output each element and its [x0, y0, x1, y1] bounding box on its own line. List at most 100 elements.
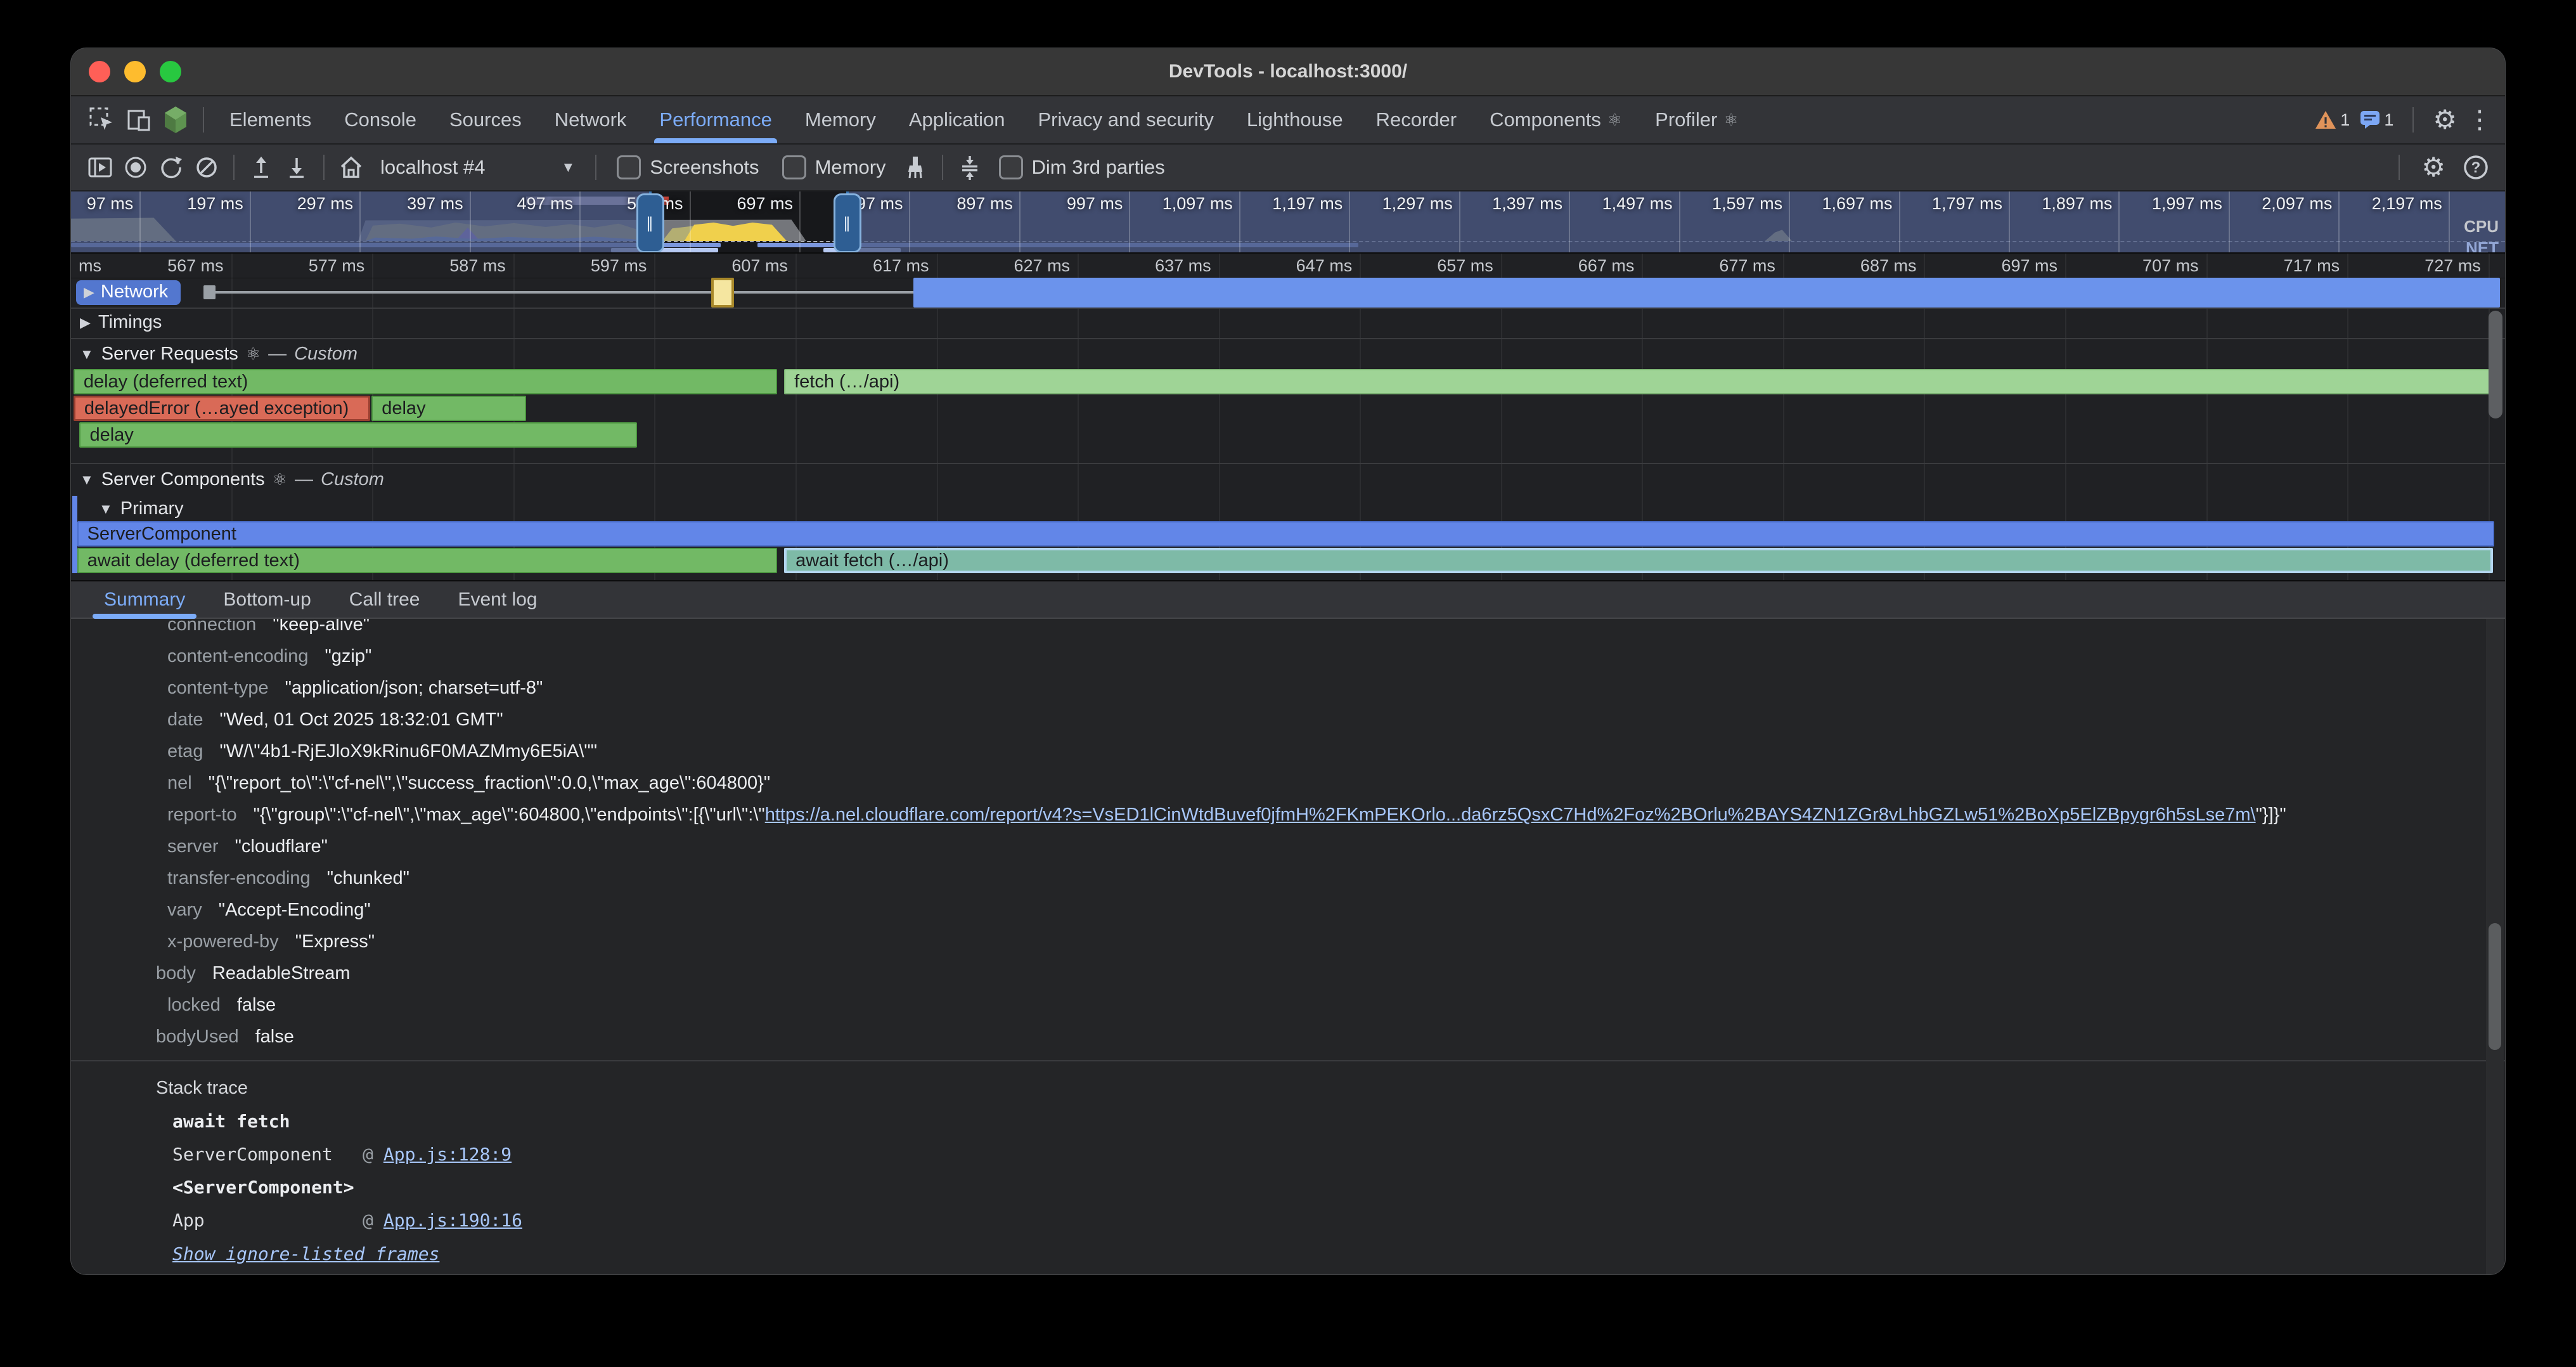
warnings-badge[interactable]: 1 [2315, 110, 2350, 130]
property-row-content-type: content-type"application/json; charset=u… [71, 672, 2505, 704]
divider [71, 308, 2505, 309]
tab-performance[interactable]: Performance [643, 96, 788, 143]
memory-checkbox[interactable]: Memory [782, 155, 886, 179]
overview-time-label: 1,597 ms [1712, 194, 1782, 214]
timeline-overview[interactable]: 97 ms197 ms297 ms397 ms497 ms597 ms697 m… [71, 191, 2505, 254]
issues-badge[interactable]: 1 [2360, 110, 2393, 130]
network-request-line [216, 291, 913, 294]
property-value: ReadableStream [212, 963, 351, 983]
stack-frame-location-link[interactable]: App.js:128:9 [383, 1144, 512, 1165]
svg-text:?: ? [2471, 159, 2481, 176]
divider [2399, 155, 2400, 180]
more-options-icon[interactable]: ⋮ [2467, 107, 2492, 133]
property-key: nel [167, 773, 192, 793]
overview-tick [2229, 191, 2230, 252]
help-icon[interactable]: ? [2458, 150, 2494, 185]
home-icon[interactable] [333, 150, 369, 185]
fetch-api-bar[interactable]: fetch (…/api) [784, 369, 2497, 394]
ruler-time-label: 677 ms [1719, 256, 1775, 276]
tab-application[interactable]: Application [892, 96, 1022, 143]
tab-label: Elements [229, 108, 311, 131]
details-tab-summary[interactable]: Summary [87, 581, 202, 618]
clear-icon[interactable] [189, 150, 224, 185]
tab-privacy-and-security[interactable]: Privacy and security [1022, 96, 1230, 143]
tab-profiler[interactable]: Profiler⚛ [1639, 96, 1755, 143]
property-value: "{\"report_to\":\"cf-nel\",\"success_fra… [209, 773, 770, 793]
await-fetch-api-bar[interactable]: await fetch (…/api) [784, 548, 2493, 573]
report-to-link[interactable]: https://a.nel.cloudflare.com/report/v4?s… [765, 805, 2256, 825]
tab-label: Components [1490, 108, 1601, 131]
ruler-time-label: 597 ms [591, 256, 647, 276]
reload-record-icon[interactable] [153, 150, 189, 185]
toggle-sidebar-icon[interactable] [82, 150, 118, 185]
garbage-collect-icon[interactable] [898, 150, 933, 185]
network-track-label[interactable]: ▶ Network [76, 280, 181, 305]
property-value: false [255, 1027, 294, 1047]
download-profile-icon[interactable] [279, 150, 314, 185]
property-key: vary [167, 900, 202, 920]
property-value: "keep-alive" [273, 619, 370, 635]
stack-frame-location-link[interactable]: App.js:190:16 [383, 1210, 522, 1231]
overview-tick [1349, 191, 1350, 252]
network-request-dot[interactable] [203, 285, 216, 299]
delay-deferred-text-bar[interactable]: delay (deferred text) [74, 369, 777, 394]
bar-label: await delay (deferred text) [87, 550, 300, 571]
property-key: bodyUsed [156, 1027, 239, 1047]
show-ignore-listed-frames-link[interactable]: Show ignore-listed frames [172, 1243, 439, 1264]
server-components-header[interactable]: ▼ Server Components ⚛ — Custom [80, 469, 384, 490]
flame-chart[interactable]: ms567 ms577 ms587 ms597 ms607 ms617 ms62… [71, 254, 2505, 581]
server-requests-header[interactable]: ▼ Server Requests ⚛ — Custom [80, 344, 357, 365]
tab-recorder[interactable]: Recorder [1360, 96, 1474, 143]
property-value: "cloudflare" [235, 836, 328, 857]
property-key: etag [167, 741, 203, 761]
delay-bar[interactable]: delay [79, 422, 636, 448]
details-tab-bottom-up[interactable]: Bottom-up [207, 581, 327, 618]
upload-profile-icon[interactable] [243, 150, 279, 185]
tab-lighthouse[interactable]: Lighthouse [1230, 96, 1360, 143]
selection-handle-right[interactable]: ∥ [834, 193, 861, 253]
bar-label: delay (deferred text) [84, 372, 248, 392]
extension-gem-icon[interactable] [157, 101, 194, 138]
await-delay-deferred-text-bar[interactable]: await delay (deferred text) [77, 548, 777, 573]
selection-handle-left[interactable]: ∥ [636, 193, 664, 253]
capture-settings-gear-icon[interactable]: ⚙ [2421, 154, 2445, 181]
ruler-time-label: 607 ms [731, 256, 788, 276]
settings-gear-icon[interactable]: ⚙ [2433, 107, 2457, 133]
property-value: "chunked" [327, 868, 409, 888]
details-tab-call-tree[interactable]: Call tree [333, 581, 437, 618]
details-tab-event-log[interactable]: Event log [441, 581, 553, 618]
history-select[interactable]: localhost #4 ▼ [369, 150, 586, 185]
dim-3rd-parties-checkbox[interactable]: Dim 3rd parties [999, 155, 1165, 179]
property-key: content-encoding [167, 646, 309, 666]
property-row-transfer-encoding: transfer-encoding"chunked" [71, 862, 2505, 894]
overview-time-label: 1,097 ms [1162, 194, 1233, 214]
timings-track-label[interactable]: ▶ Timings [80, 312, 162, 333]
tab-memory[interactable]: Memory [789, 96, 892, 143]
property-key: body [156, 963, 196, 983]
delayederror-ayed-exception-bar[interactable]: delayedError (…ayed exception) [74, 396, 370, 421]
server-components-row: await delay (deferred text) await fetch (… [71, 548, 2505, 573]
device-toolbar-icon[interactable] [120, 101, 157, 138]
warning-icon [2315, 110, 2336, 130]
tab-console[interactable]: Console [328, 96, 433, 143]
network-request-selected-bar[interactable] [711, 278, 734, 308]
inspect-element-icon[interactable] [84, 101, 120, 138]
delay-bar[interactable]: delay [371, 396, 526, 421]
tab-sources[interactable]: Sources [433, 96, 538, 143]
tab-network[interactable]: Network [538, 96, 643, 143]
primary-track-label[interactable]: ▼ Primary [99, 498, 184, 519]
property-row-bodyused: bodyUsed false [71, 1021, 2505, 1053]
issues-icon [2360, 110, 2380, 129]
screenshots-checkbox[interactable]: Screenshots [617, 155, 759, 179]
details-scrollbar-thumb[interactable] [2489, 923, 2501, 1050]
overview-time-label: 197 ms [187, 194, 243, 214]
tab-elements[interactable]: Elements [213, 96, 328, 143]
collapse-sections-icon[interactable] [952, 150, 988, 185]
record-icon[interactable] [118, 150, 153, 185]
warning-count: 1 [2340, 110, 2350, 130]
servercomponent-bar[interactable]: ServerComponent [77, 521, 2494, 547]
network-request-bar[interactable] [913, 278, 2501, 308]
flame-scrollbar-thumb[interactable] [2489, 311, 2502, 418]
tab-label: Recorder [1376, 108, 1457, 131]
tab-components[interactable]: Components⚛ [1473, 96, 1639, 143]
